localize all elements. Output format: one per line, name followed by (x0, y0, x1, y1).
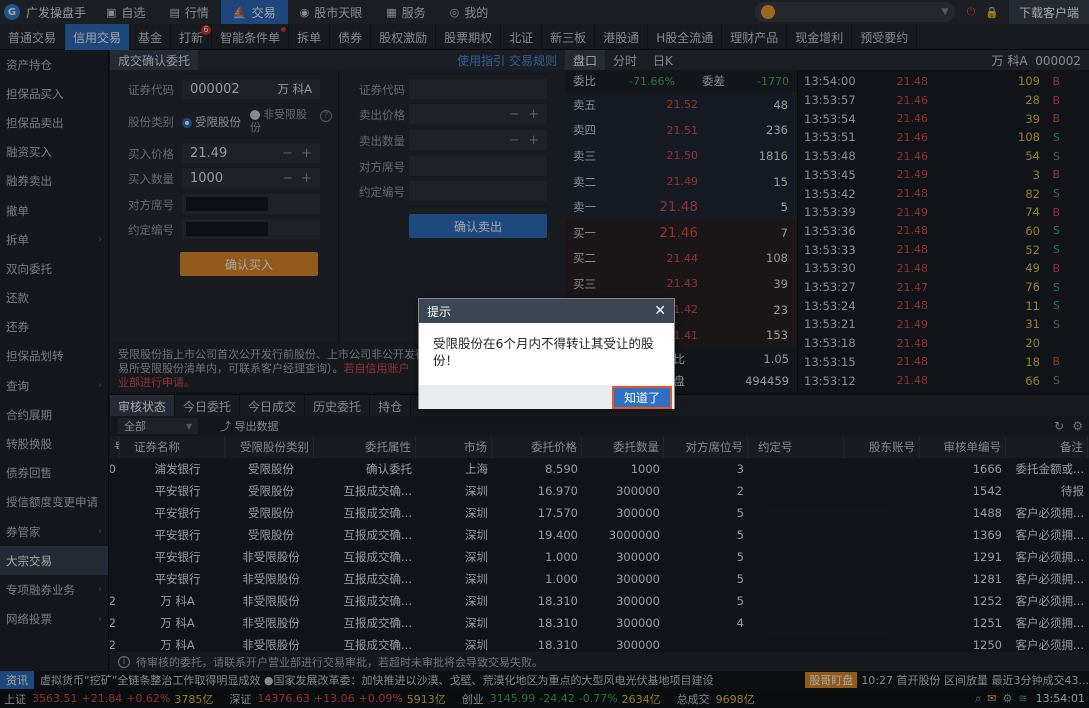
close-icon[interactable]: ✕ (654, 303, 666, 319)
dialog-header: 提示 ✕ (419, 299, 674, 323)
alert-dialog: 提示 ✕ 受限股份在6个月内不得转让其受让的股份！ 知道了 (418, 298, 675, 409)
dialog-message: 受限股份在6个月内不得转让其受让的股份！ (433, 336, 654, 368)
dialog-footer: 知道了 (419, 385, 674, 409)
ok-button[interactable]: 知道了 (611, 385, 673, 409)
dialog-title: 提示 (427, 304, 452, 319)
